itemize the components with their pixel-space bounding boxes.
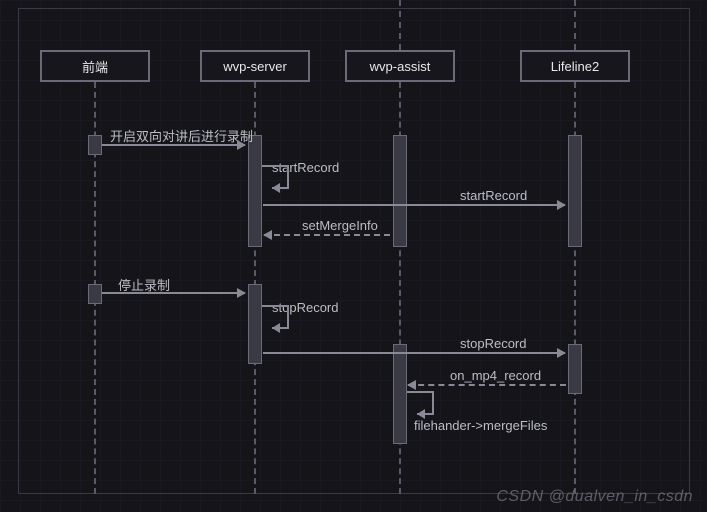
message-label: stopRecord <box>460 336 526 351</box>
activation-bar <box>568 344 582 394</box>
message-label: on_mp4_record <box>450 368 541 383</box>
participant-label: wvp-assist <box>370 59 431 74</box>
message-label: filehander->mergeFiles <box>414 418 547 433</box>
message-label: startRecord <box>460 188 527 203</box>
participant-label: wvp-server <box>223 59 287 74</box>
activation-bar <box>393 135 407 247</box>
lifeline-pre-dash <box>399 0 401 50</box>
self-message-arrow <box>262 304 302 341</box>
participant-wvp-server: wvp-server <box>200 50 310 82</box>
participant-label: Lifeline2 <box>551 59 599 74</box>
message-arrow <box>102 144 245 146</box>
return-arrow <box>408 384 566 386</box>
participant-label: 前端 <box>82 57 108 76</box>
return-arrow <box>264 234 390 236</box>
message-label: setMergeInfo <box>302 218 378 233</box>
activation-bar <box>248 135 262 247</box>
message-arrow <box>102 292 245 294</box>
sequence-diagram: 前端 wvp-server wvp-assist Lifeline2 开启双向对… <box>0 0 707 512</box>
participant-frontend: 前端 <box>40 50 150 82</box>
activation-bar <box>88 135 102 155</box>
message-arrow <box>263 352 565 354</box>
participant-lifeline2: Lifeline2 <box>520 50 630 82</box>
activation-bar <box>248 284 262 364</box>
activation-bar <box>393 344 407 444</box>
message-label: 开启双向对讲后进行录制 <box>110 126 253 145</box>
participant-wvp-assist: wvp-assist <box>345 50 455 82</box>
activation-bar <box>568 135 582 247</box>
watermark-text: CSDN @dualven_in_csdn <box>496 488 693 506</box>
activation-bar <box>88 284 102 304</box>
lifeline-pre-dash <box>574 0 576 50</box>
message-arrow <box>263 204 565 206</box>
self-message-arrow <box>262 164 302 201</box>
